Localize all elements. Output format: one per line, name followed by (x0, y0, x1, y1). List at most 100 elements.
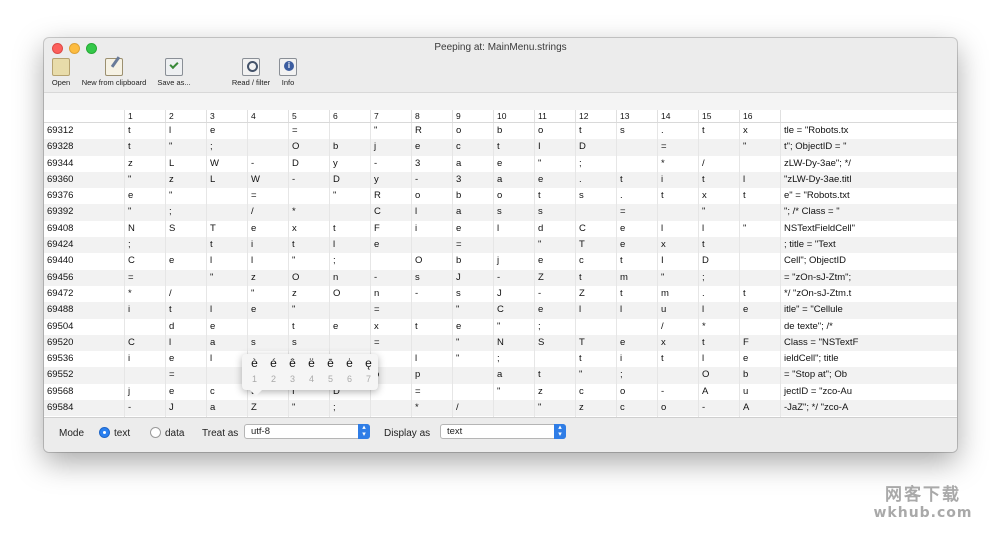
info-button[interactable]: Info (277, 58, 299, 87)
byte-cell[interactable]: x (288, 220, 329, 238)
byte-cell[interactable]: t (288, 318, 329, 335)
table-row[interactable]: 69568jectID="zco-AujectID = "zco-Au (44, 383, 957, 401)
byte-cell[interactable]: O (698, 367, 739, 384)
byte-cell[interactable] (575, 318, 616, 335)
table-row[interactable]: 69392 "; / * Cl a s s = " "; /* Class = " (44, 204, 957, 221)
table-row[interactable]: 69360 " z L W - Dy -3 a e. t i t l "zLW-Dy-3ae.titl (44, 171, 957, 189)
byte-cell[interactable] (206, 285, 247, 303)
byte-cell[interactable]: e (247, 302, 288, 319)
byte-cell[interactable] (247, 123, 288, 140)
table-row[interactable]: 69520 Cl a s s = " N S Te x t F Class = "NSTextF (44, 334, 957, 352)
byte-cell[interactable]: C (493, 302, 534, 319)
byte-cell[interactable]: z (165, 171, 206, 189)
byte-cell[interactable] (288, 188, 329, 205)
byte-cell[interactable]: t (698, 123, 739, 140)
byte-cell[interactable]: s (452, 285, 493, 303)
byte-cell[interactable]: D (288, 155, 329, 172)
byte-cell[interactable]: ; (329, 253, 370, 270)
byte-cell[interactable]: a (206, 400, 247, 417)
byte-cell[interactable]: t (698, 334, 739, 352)
byte-cell[interactable]: " (165, 139, 206, 156)
byte-cell[interactable]: o (534, 123, 575, 140)
byte-cell[interactable]: C (124, 334, 165, 352)
byte-cell[interactable] (370, 400, 411, 417)
byte-cell[interactable]: e (329, 318, 370, 335)
byte-cell[interactable]: t (534, 188, 575, 205)
byte-cell[interactable] (329, 204, 370, 221)
byte-cell[interactable]: C (370, 204, 411, 221)
byte-cell[interactable]: - (534, 285, 575, 303)
byte-cell[interactable]: " (452, 334, 493, 352)
byte-cell[interactable]: l (165, 123, 206, 140)
treat-as-select[interactable]: utf-8 ▴ ▾ (244, 424, 370, 439)
byte-cell[interactable]: y (370, 171, 411, 189)
byte-cell[interactable]: t (616, 285, 657, 303)
byte-cell[interactable]: e (616, 237, 657, 254)
byte-cell[interactable]: ; (124, 237, 165, 254)
byte-cell[interactable]: u (739, 383, 780, 401)
byte-cell[interactable]: " (493, 318, 534, 335)
byte-cell[interactable]: l (698, 351, 739, 368)
mode-data-label[interactable]: data (165, 428, 184, 439)
byte-cell[interactable]: d (165, 318, 206, 335)
byte-cell[interactable] (165, 237, 206, 254)
byte-cell[interactable]: t (124, 123, 165, 140)
byte-cell[interactable]: t (534, 367, 575, 384)
zoom-button[interactable] (86, 43, 97, 54)
byte-cell[interactable]: ; (534, 318, 575, 335)
byte-cell[interactable]: . (698, 285, 739, 303)
byte-cell[interactable]: = (452, 237, 493, 254)
byte-cell[interactable]: b (493, 123, 534, 140)
byte-cell[interactable]: e (534, 302, 575, 319)
byte-cell[interactable]: 3 (452, 171, 493, 189)
byte-cell[interactable]: " (206, 269, 247, 286)
byte-cell[interactable]: L (206, 171, 247, 189)
byte-cell[interactable]: e (247, 220, 288, 238)
byte-cell[interactable]: l (411, 204, 452, 221)
table-row[interactable]: 69456 = " z On - s J - Zt m "; = "zOn-sJ-Ztm"; (44, 269, 957, 286)
byte-cell[interactable]: p (411, 367, 452, 384)
byte-cell[interactable]: J (493, 285, 534, 303)
byte-cell[interactable]: e (411, 139, 452, 156)
byte-cell[interactable]: y (329, 155, 370, 172)
byte-cell[interactable]: m (616, 269, 657, 286)
data-table[interactable]: 1 2 3 4 5 6 7 8 9 10 11 12 13 14 15 16 69312 t l e = " Ro b o t s… (44, 110, 957, 417)
byte-cell[interactable]: = (165, 367, 206, 384)
byte-cell[interactable]: l (206, 302, 247, 319)
byte-cell[interactable]: D (575, 139, 616, 156)
byte-cell[interactable]: * (657, 155, 698, 172)
accent-option[interactable]: ė (340, 356, 359, 370)
byte-cell[interactable] (657, 367, 698, 384)
table-row[interactable]: 69536ieldCell";titleieldCell"; title (44, 351, 957, 368)
accent-option[interactable]: é (264, 356, 283, 370)
byte-cell[interactable]: i (411, 220, 452, 238)
byte-cell[interactable]: / (698, 155, 739, 172)
byte-cell[interactable]: C (124, 253, 165, 270)
byte-cell[interactable]: l (698, 302, 739, 319)
accent-popup[interactable]: è 1é 2ê 3ë 4ē 5ė 6ę 7 (242, 354, 378, 396)
byte-cell[interactable]: - (698, 400, 739, 417)
byte-cell[interactable]: c (616, 400, 657, 417)
byte-cell[interactable]: a (493, 171, 534, 189)
byte-cell[interactable]: 3 (411, 155, 452, 172)
byte-cell[interactable]: ; (493, 351, 534, 368)
byte-cell[interactable] (616, 155, 657, 172)
byte-cell[interactable]: t (493, 139, 534, 156)
byte-cell[interactable]: A (698, 383, 739, 401)
byte-cell[interactable]: i (124, 351, 165, 368)
byte-cell[interactable]: " (657, 269, 698, 286)
byte-cell[interactable]: x (657, 334, 698, 352)
byte-cell[interactable]: e (452, 318, 493, 335)
byte-cell[interactable]: " (124, 204, 165, 221)
byte-cell[interactable]: = (616, 204, 657, 221)
byte-cell[interactable]: D (329, 171, 370, 189)
byte-cell[interactable]: T (575, 237, 616, 254)
byte-cell[interactable]: " (247, 285, 288, 303)
byte-cell[interactable]: " (370, 123, 411, 140)
byte-cell[interactable] (124, 318, 165, 335)
byte-cell[interactable]: R (411, 123, 452, 140)
byte-cell[interactable]: ; (329, 400, 370, 417)
byte-cell[interactable]: l (206, 253, 247, 270)
byte-cell[interactable]: e (452, 220, 493, 238)
byte-cell[interactable]: s (411, 269, 452, 286)
